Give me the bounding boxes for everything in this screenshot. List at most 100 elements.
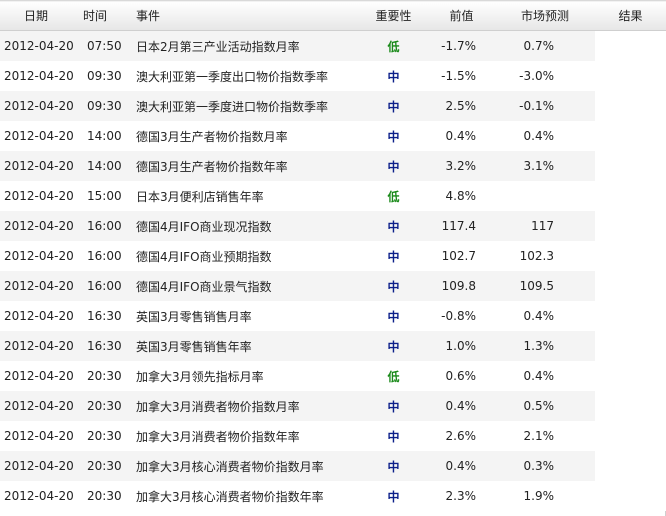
table-body: 2012-04-20 07:50 日本2月第三产业活动指数月率低 -1.7% 0.7% 2…	[0, 30, 666, 511]
table-row[interactable]: 2012-04-20 16:30 英国3月零售销售年率中 1.0% 1.3%	[0, 331, 666, 361]
cell-event: 加拿大3月领先指标月率	[133, 361, 365, 391]
cell-event: 澳大利亚第一季度出口物价指数季率	[133, 61, 365, 91]
column-header-previous[interactable]: 前值	[422, 0, 495, 31]
cell-previous: -0.8%	[422, 301, 495, 331]
cell-event: 日本3月便利店销售年率	[133, 181, 365, 211]
table-row[interactable]: 2012-04-20 16:00 德国4月IFO商业预期指数中 102.7 102.3	[0, 241, 666, 271]
table-row[interactable]: 2012-04-20 20:30 加拿大3月核心消费者物价指数年率中 2.3% 1.9%	[0, 481, 666, 511]
cell-importance: 低	[365, 181, 422, 211]
cell-forecast	[495, 181, 595, 211]
cell-forecast: 1.3%	[495, 331, 595, 361]
cell-time: 16:30	[80, 301, 133, 331]
cell-previous: 2.3%	[422, 481, 495, 511]
cell-previous: -1.5%	[422, 61, 495, 91]
cell-forecast: 102.3	[495, 241, 595, 271]
cell-importance: 中	[365, 211, 422, 241]
table-row[interactable]: 2012-04-20 20:30 加拿大3月领先指标月率低 0.6% 0.4%	[0, 361, 666, 391]
column-header-date[interactable]: 日期	[0, 0, 80, 31]
cell-time: 16:00	[80, 211, 133, 241]
column-header-time[interactable]: 时间	[80, 0, 133, 31]
cell-time: 20:30	[80, 451, 133, 481]
cell-importance: 低	[365, 361, 422, 391]
cell-result	[595, 91, 666, 121]
calendar-table: 日期 时间 事件 重要性 前值 市场预测 结果 2012-04-20 07:50 日…	[0, 0, 666, 511]
cell-importance: 中	[365, 421, 422, 451]
cell-importance: 中	[365, 451, 422, 481]
cell-event: 加拿大3月核心消费者物价指数年率	[133, 481, 365, 511]
table-row[interactable]: 2012-04-20 07:50 日本2月第三产业活动指数月率低 -1.7% 0.7%	[0, 30, 666, 61]
column-header-result[interactable]: 结果	[595, 0, 666, 31]
cell-time: 20:30	[80, 481, 133, 511]
table-row[interactable]: 2012-04-20 20:30 加拿大3月核心消费者物价指数月率中 0.4% 0.3%	[0, 451, 666, 481]
cell-result	[595, 151, 666, 181]
cell-date: 2012-04-20	[0, 30, 80, 61]
cell-forecast: 0.4%	[495, 301, 595, 331]
economic-calendar: 日期 时间 事件 重要性 前值 市场预测 结果 2012-04-20 07:50 日…	[0, 0, 666, 516]
cell-date: 2012-04-20	[0, 331, 80, 361]
cell-importance: 中	[365, 241, 422, 271]
cell-previous: 117.4	[422, 211, 495, 241]
cell-importance: 中	[365, 121, 422, 151]
cell-previous: 109.8	[422, 271, 495, 301]
cell-event: 英国3月零售销售年率	[133, 331, 365, 361]
cell-event: 德国3月生产者物价指数年率	[133, 151, 365, 181]
cell-date: 2012-04-20	[0, 301, 80, 331]
cell-result	[595, 121, 666, 151]
cell-date: 2012-04-20	[0, 361, 80, 391]
cell-result	[595, 451, 666, 481]
cell-date: 2012-04-20	[0, 241, 80, 271]
cell-time: 09:30	[80, 61, 133, 91]
table-row[interactable]: 2012-04-20 16:00 德国4月IFO商业现况指数中 117.4 117	[0, 211, 666, 241]
cell-result	[595, 361, 666, 391]
cell-importance: 中	[365, 331, 422, 361]
table-row[interactable]: 2012-04-20 16:00 德国4月IFO商业景气指数中 109.8 109.5	[0, 271, 666, 301]
cell-event: 德国4月IFO商业预期指数	[133, 241, 365, 271]
table-row[interactable]: 2012-04-20 14:00 德国3月生产者物价指数年率中 3.2% 3.1%	[0, 151, 666, 181]
cell-result	[595, 211, 666, 241]
cell-time: 20:30	[80, 391, 133, 421]
cell-event: 澳大利亚第一季度进口物价指数季率	[133, 91, 365, 121]
cell-time: 14:00	[80, 121, 133, 151]
cell-result	[595, 30, 666, 61]
cell-previous: 0.6%	[422, 361, 495, 391]
cell-time: 20:30	[80, 421, 133, 451]
cell-forecast: 0.7%	[495, 30, 595, 61]
column-header-event[interactable]: 事件	[133, 0, 365, 31]
cell-importance: 中	[365, 151, 422, 181]
table-row[interactable]: 2012-04-20 16:30 英国3月零售销售月率中 -0.8% 0.4%	[0, 301, 666, 331]
table-row[interactable]: 2012-04-20 15:00 日本3月便利店销售年率低 4.8%	[0, 181, 666, 211]
cell-previous: -1.7%	[422, 30, 495, 61]
cell-time: 07:50	[80, 30, 133, 61]
column-header-forecast[interactable]: 市场预测	[495, 0, 595, 31]
cell-date: 2012-04-20	[0, 61, 80, 91]
cell-previous: 0.4%	[422, 121, 495, 151]
cell-result	[595, 301, 666, 331]
cell-importance: 中	[365, 271, 422, 301]
cell-forecast: 0.3%	[495, 451, 595, 481]
cell-forecast: 0.4%	[495, 361, 595, 391]
cell-previous: 0.4%	[422, 391, 495, 421]
table-row[interactable]: 2012-04-20 09:30 澳大利亚第一季度进口物价指数季率中 2.5% -0.1…	[0, 91, 666, 121]
cell-importance: 中	[365, 301, 422, 331]
cell-previous: 4.8%	[422, 181, 495, 211]
cell-previous: 102.7	[422, 241, 495, 271]
cell-event: 加拿大3月消费者物价指数年率	[133, 421, 365, 451]
cell-time: 15:00	[80, 181, 133, 211]
table-row[interactable]: 2012-04-20 20:30 加拿大3月消费者物价指数月率中 0.4% 0.5%	[0, 391, 666, 421]
cell-event: 德国4月IFO商业景气指数	[133, 271, 365, 301]
table-row[interactable]: 2012-04-20 20:30 加拿大3月消费者物价指数年率中 2.6% 2.1%	[0, 421, 666, 451]
cell-result	[595, 391, 666, 421]
cell-event: 英国3月零售销售月率	[133, 301, 365, 331]
cell-importance: 中	[365, 481, 422, 511]
cell-result	[595, 61, 666, 91]
cell-date: 2012-04-20	[0, 151, 80, 181]
cell-date: 2012-04-20	[0, 181, 80, 211]
table-row[interactable]: 2012-04-20 09:30 澳大利亚第一季度出口物价指数季率中 -1.5% -3.…	[0, 61, 666, 91]
cell-previous: 0.4%	[422, 451, 495, 481]
cell-forecast: -3.0%	[495, 61, 595, 91]
cell-date: 2012-04-20	[0, 121, 80, 151]
table-row[interactable]: 2012-04-20 14:00 德国3月生产者物价指数月率中 0.4% 0.4%	[0, 121, 666, 151]
cell-result	[595, 331, 666, 361]
cell-importance: 中	[365, 91, 422, 121]
column-header-importance[interactable]: 重要性	[365, 0, 422, 31]
